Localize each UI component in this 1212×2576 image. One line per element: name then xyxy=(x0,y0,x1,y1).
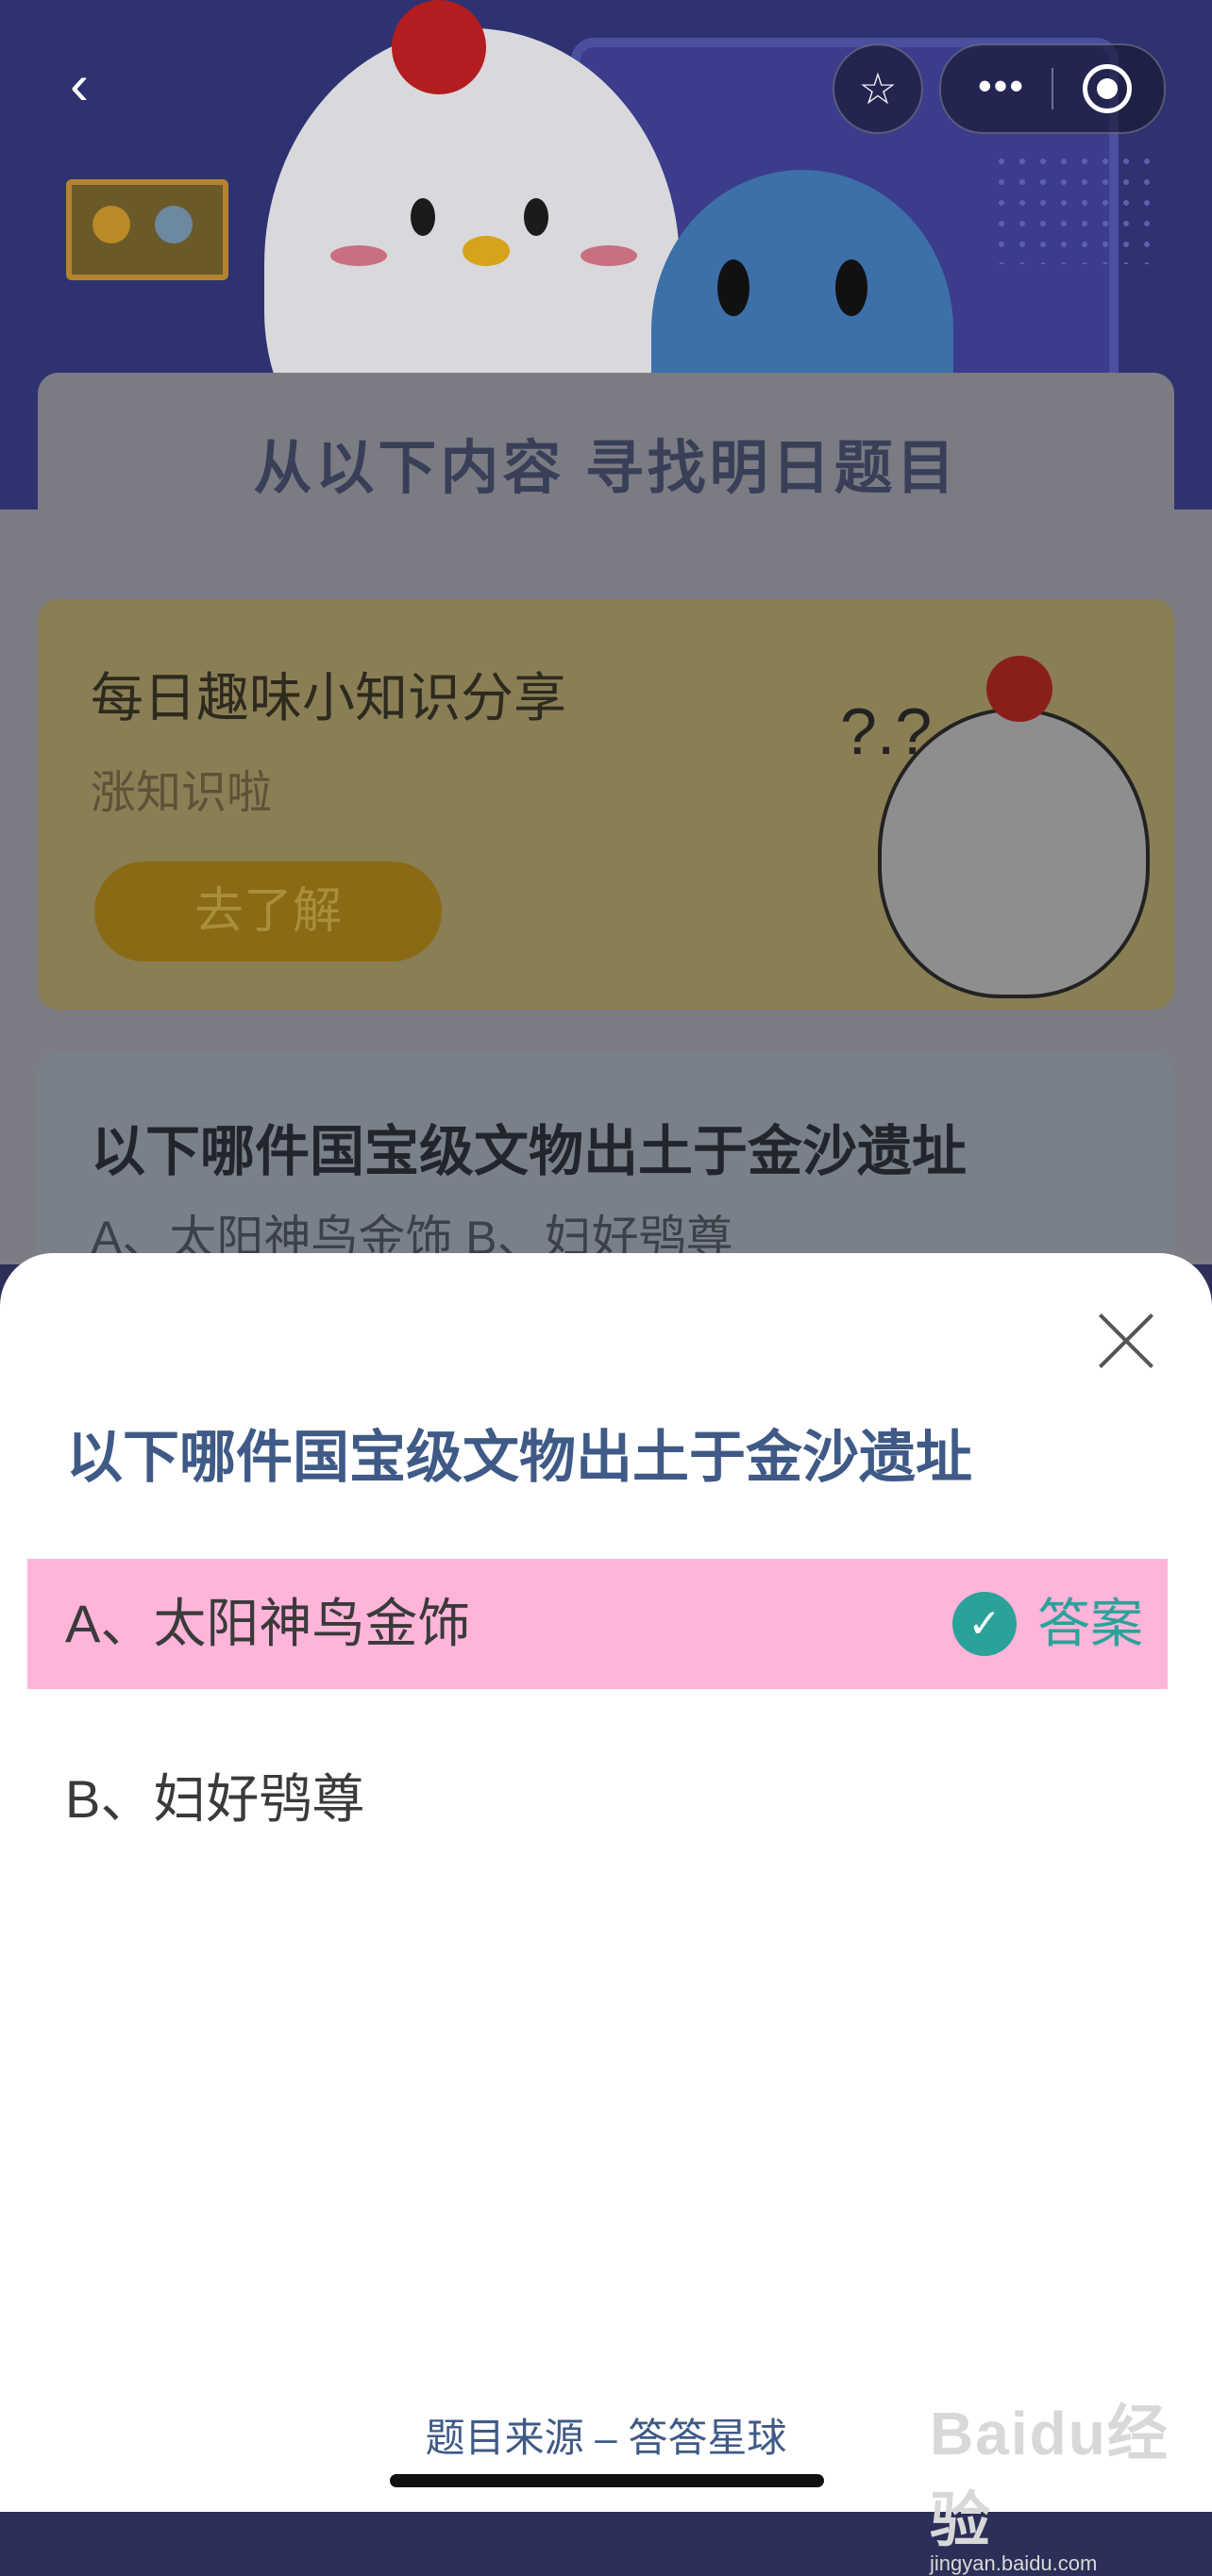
exit-miniprogram-button[interactable] xyxy=(1083,64,1132,113)
capsule-divider xyxy=(1052,68,1053,109)
option-a[interactable]: A、太阳神鸟金饰 ✓ 答案 xyxy=(27,1559,1168,1689)
quiz-card-question: 以下哪件国宝级文物出土于金沙遗址 xyxy=(91,1121,968,1182)
close-icon[interactable] xyxy=(1095,1310,1157,1372)
thinking-chick-illustration xyxy=(878,708,1150,998)
miniprogram-capsule: ••• xyxy=(939,43,1166,134)
star-icon: ☆ xyxy=(858,64,898,113)
option-b[interactable]: B、妇好鸮尊 xyxy=(27,1734,1168,1865)
chick-comb xyxy=(986,656,1052,722)
sheet-question: 以下哪件国宝级文物出土于金沙遗址 xyxy=(66,1426,972,1489)
dot-pattern xyxy=(991,151,1161,264)
back-button[interactable]: ‹ xyxy=(53,55,106,115)
banner-title: 从以下内容 寻找明日题目 xyxy=(253,436,959,501)
watermark-url: jingyan.baidu.com xyxy=(930,2551,1098,2575)
favorite-button[interactable]: ☆ xyxy=(833,43,923,134)
option-a-label: A、太阳神鸟金饰 xyxy=(65,1594,471,1653)
baidu-watermark: Baidu经验 jingyan.baidu.com xyxy=(930,2385,1212,2576)
answer-tag: 答案 xyxy=(1037,1594,1143,1653)
medal-frame xyxy=(66,179,228,280)
more-dots-icon: ••• xyxy=(977,63,1026,108)
home-indicator[interactable] xyxy=(390,2474,824,2487)
share-card-subtitle: 涨知识啦 xyxy=(91,768,273,818)
banner-card: 从以下内容 寻找明日题目 xyxy=(38,373,1174,561)
option-b-label: B、妇好鸮尊 xyxy=(65,1769,365,1829)
share-card: 每日趣味小知识分享 涨知识啦 去了解 ?.? xyxy=(38,599,1174,1010)
answer-sheet: 以下哪件国宝级文物出土于金沙遗址 A、太阳神鸟金饰 ✓ 答案 B、妇好鸮尊 题目… xyxy=(0,1253,1212,2575)
chevron-left-icon: ‹ xyxy=(70,53,89,116)
check-circle-icon: ✓ xyxy=(952,1592,1017,1656)
share-card-title: 每日趣味小知识分享 xyxy=(91,668,566,728)
more-button[interactable]: ••• xyxy=(968,45,1035,132)
watermark-text: Baidu经验 xyxy=(930,2400,1170,2554)
learn-more-button[interactable]: 去了解 xyxy=(94,861,442,962)
